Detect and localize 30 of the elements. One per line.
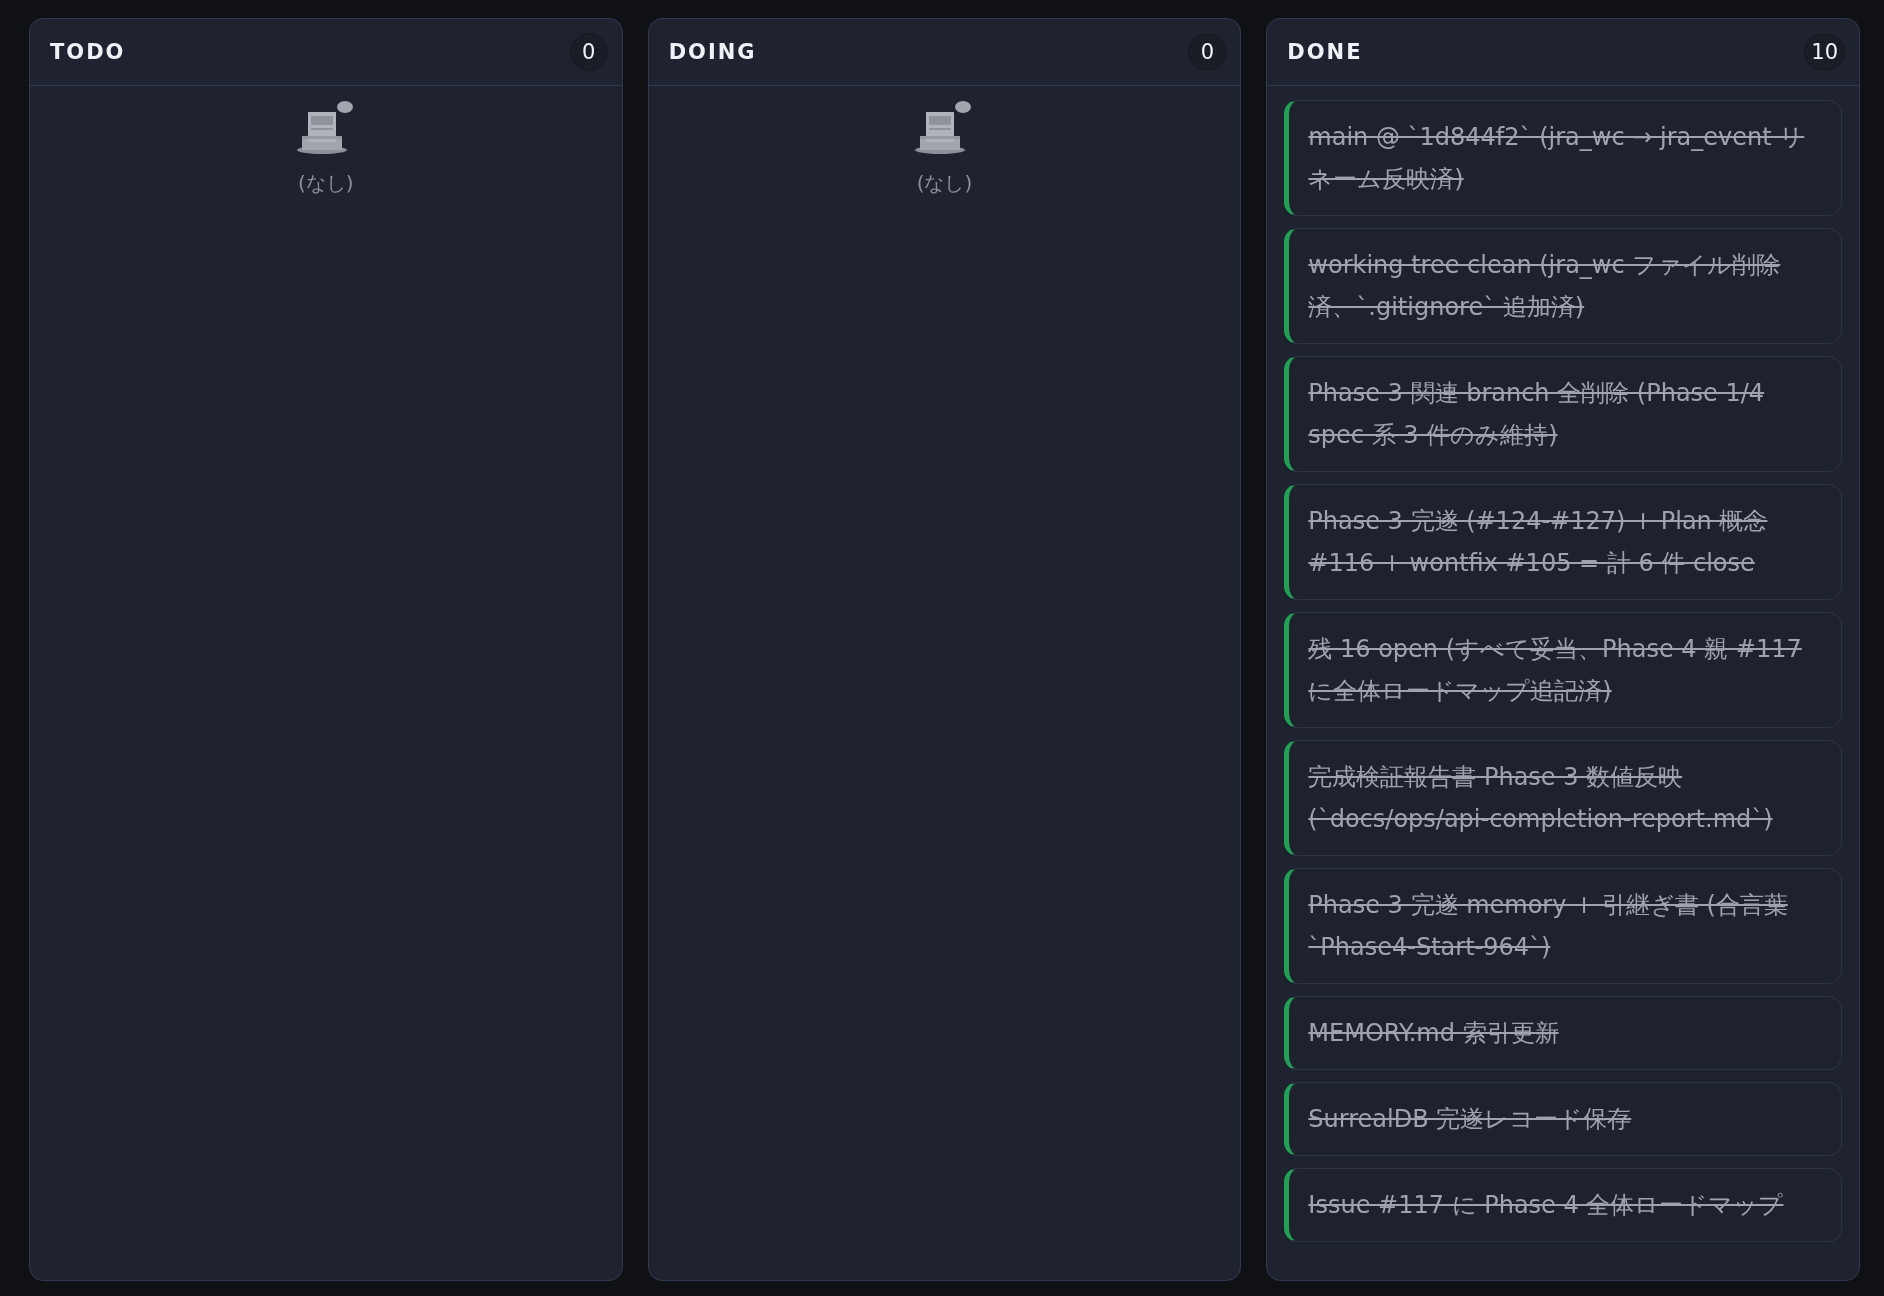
task-text: MEMORY.md 索引更新 (1308, 1018, 1560, 1049)
task-card[interactable]: MEMORY.md 索引更新 (1284, 996, 1842, 1070)
count-badge: 0 (1188, 33, 1227, 71)
task-card[interactable]: working tree clean (jra_wc ファイル削除済、`.gitignore` 追加済) (1284, 228, 1842, 344)
empty-inbox-icon (915, 100, 974, 156)
task-card[interactable]: Phase 3 関連 branch 全削除 (Phase 1/4 spec 系 3 件のみ維持) (1284, 356, 1842, 472)
task-card[interactable]: Phase 3 完遂 memory + 引継ぎ書 (合言葉 `Phase4-Start-964`) (1284, 868, 1842, 984)
column-title: TODO (50, 40, 126, 64)
task-text: Issue #117 に Phase 4 全体ロードマップ (1308, 1190, 1785, 1221)
empty-inbox-icon (296, 100, 355, 156)
count-badge: 10 (1804, 33, 1845, 71)
task-card[interactable]: main @ `1d844f2` (jra_wc → jra_event リネーム反映済) (1284, 100, 1842, 216)
task-text: Phase 3 完遂 (#124-#127) + Plan 概念 #116 + wontfix #105 = 計 6 件 close (1308, 506, 1769, 579)
count-badge: 0 (569, 33, 608, 71)
column-title: DONE (1287, 40, 1363, 64)
task-text: 完成検証報告書 Phase 3 数値反映 (`docs/ops/api-completion-report.md`) (1308, 762, 1774, 835)
task-text: SurrealDB 完遂レコード保存 (1308, 1104, 1633, 1135)
task-card[interactable]: 残 16 open (すべて妥当、Phase 4 親 #117 に全体ロードマップ追記済) (1284, 612, 1842, 728)
task-card[interactable]: Phase 3 完遂 (#124-#127) + Plan 概念 #116 + wontfix #105 = 計 6 件 close (1284, 484, 1842, 600)
task-card[interactable]: SurrealDB 完遂レコード保存 (1284, 1082, 1842, 1156)
column-title: DOING (668, 40, 757, 64)
empty-text: (なし) (916, 170, 973, 197)
task-text: working tree clean (jra_wc ファイル削除済、`.gitignore` 追加済) (1308, 250, 1782, 323)
task-card[interactable]: 完成検証報告書 Phase 3 数値反映 (`docs/ops/api-completion-report.md`) (1284, 740, 1842, 856)
task-card[interactable]: Issue #117 に Phase 4 全体ロードマップ (1284, 1168, 1842, 1242)
task-text: 残 16 open (すべて妥当、Phase 4 親 #117 に全体ロードマップ追記済) (1308, 634, 1803, 707)
empty-text: (なし) (298, 170, 354, 197)
task-text: Phase 3 完遂 memory + 引継ぎ書 (合言葉 `Phase4-Start-964`) (1308, 890, 1789, 963)
task-text: main @ `1d844f2` (jra_wc → jra_event リネーム反映済) (1308, 122, 1806, 195)
task-text: Phase 3 関連 branch 全削除 (Phase 1/4 spec 系 3 件のみ維持) (1308, 378, 1766, 451)
